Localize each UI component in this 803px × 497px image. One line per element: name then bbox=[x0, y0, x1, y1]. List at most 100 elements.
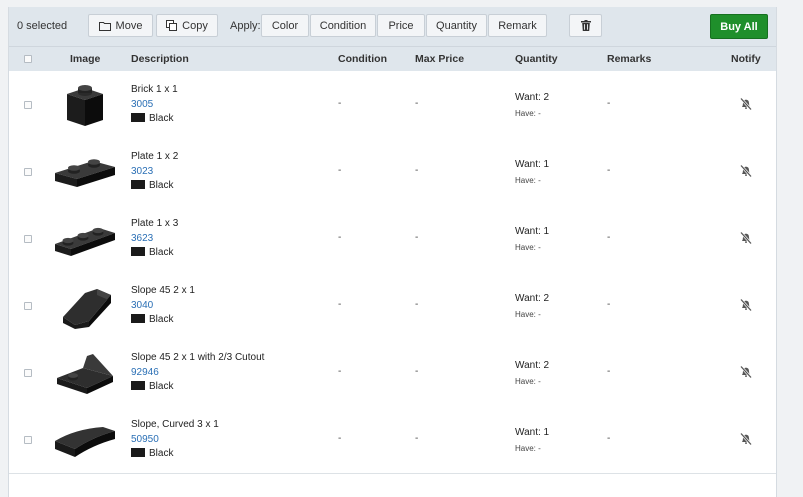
apply-price-button[interactable]: Price bbox=[377, 14, 425, 37]
quantity-have: Have: - bbox=[515, 109, 541, 118]
remarks-value[interactable]: - bbox=[607, 232, 610, 243]
condition-value[interactable]: - bbox=[338, 232, 341, 243]
row-checkbox[interactable] bbox=[24, 168, 32, 176]
part-image[interactable] bbox=[53, 415, 117, 463]
color-swatch bbox=[131, 247, 145, 256]
copy-button[interactable]: Copy bbox=[156, 14, 218, 37]
table-row: Slope, Curved 3 x 1 50950 Black - - Want… bbox=[9, 406, 776, 474]
quantity-have: Have: - bbox=[515, 176, 541, 185]
part-name: Plate 1 x 3 bbox=[131, 218, 179, 229]
table-row: Plate 1 x 3 3623 Black - - Want: 1 Have:… bbox=[9, 205, 776, 273]
quantity-have: Have: - bbox=[515, 444, 541, 453]
part-image[interactable] bbox=[53, 214, 117, 262]
delete-button[interactable] bbox=[569, 14, 602, 37]
part-image[interactable] bbox=[53, 147, 117, 195]
part-color: Black bbox=[149, 314, 174, 325]
part-id-link[interactable]: 3623 bbox=[131, 233, 153, 244]
column-header-remarks[interactable]: Remarks bbox=[607, 53, 651, 65]
part-color: Black bbox=[149, 247, 174, 258]
quantity-want[interactable]: Want: 2 bbox=[515, 293, 549, 304]
trash-icon bbox=[580, 20, 591, 31]
part-color: Black bbox=[149, 448, 174, 459]
part-color: Black bbox=[149, 381, 174, 392]
apply-quantity-button[interactable]: Quantity bbox=[426, 14, 487, 37]
part-name: Slope, Curved 3 x 1 bbox=[131, 419, 219, 430]
quantity-have: Have: - bbox=[515, 310, 541, 319]
part-image[interactable] bbox=[53, 80, 117, 128]
max-price-value[interactable]: - bbox=[415, 433, 418, 444]
apply-remark-button[interactable]: Remark bbox=[488, 14, 547, 37]
remarks-value[interactable]: - bbox=[607, 433, 610, 444]
row-checkbox[interactable] bbox=[24, 369, 32, 377]
condition-value[interactable]: - bbox=[338, 165, 341, 176]
folder-icon bbox=[98, 21, 111, 31]
color-swatch bbox=[131, 448, 145, 457]
quantity-want[interactable]: Want: 1 bbox=[515, 226, 549, 237]
table-row: Brick 1 x 1 3005 Black - - Want: 2 Have:… bbox=[9, 71, 776, 139]
copy-icon bbox=[166, 20, 178, 31]
part-color: Black bbox=[149, 180, 174, 191]
quantity-want[interactable]: Want: 1 bbox=[515, 427, 549, 438]
max-price-value[interactable]: - bbox=[415, 232, 418, 243]
move-button[interactable]: Move bbox=[88, 14, 153, 37]
quantity-want[interactable]: Want: 1 bbox=[515, 159, 549, 170]
part-id-link[interactable]: 92946 bbox=[131, 367, 159, 378]
condition-value[interactable]: - bbox=[338, 299, 341, 310]
quantity-have: Have: - bbox=[515, 377, 541, 386]
part-name: Plate 1 x 2 bbox=[131, 151, 179, 162]
color-swatch bbox=[131, 180, 145, 189]
part-image[interactable] bbox=[53, 348, 117, 396]
max-price-value[interactable]: - bbox=[415, 165, 418, 176]
toolbar: 0 selected Move Copy Apply: Color Condit… bbox=[9, 7, 776, 47]
bell-off-icon[interactable] bbox=[738, 297, 754, 313]
row-checkbox[interactable] bbox=[24, 235, 32, 243]
selected-count: 0 selected bbox=[17, 20, 68, 32]
row-checkbox[interactable] bbox=[24, 436, 32, 444]
apply-label: Apply: bbox=[230, 20, 261, 32]
copy-button-label: Copy bbox=[182, 19, 208, 32]
table-row: Plate 1 x 2 3023 Black - - Want: 1 Have:… bbox=[9, 138, 776, 206]
bell-off-icon[interactable] bbox=[738, 230, 754, 246]
part-name: Brick 1 x 1 bbox=[131, 84, 178, 95]
color-swatch bbox=[131, 381, 145, 390]
remarks-value[interactable]: - bbox=[607, 299, 610, 310]
buy-all-button[interactable]: Buy All bbox=[710, 14, 768, 39]
condition-value[interactable]: - bbox=[338, 433, 341, 444]
remarks-value[interactable]: - bbox=[607, 165, 610, 176]
part-name: Slope 45 2 x 1 bbox=[131, 285, 195, 296]
page-scrollbar[interactable] bbox=[789, 0, 803, 484]
quantity-have: Have: - bbox=[515, 243, 541, 252]
condition-value[interactable]: - bbox=[338, 366, 341, 377]
select-all-checkbox[interactable] bbox=[24, 55, 32, 63]
max-price-value[interactable]: - bbox=[415, 98, 418, 109]
bell-off-icon[interactable] bbox=[738, 364, 754, 380]
row-checkbox[interactable] bbox=[24, 302, 32, 310]
condition-value[interactable]: - bbox=[338, 98, 341, 109]
part-image[interactable] bbox=[53, 281, 117, 329]
remarks-value[interactable]: - bbox=[607, 366, 610, 377]
column-header-description[interactable]: Description bbox=[131, 53, 189, 65]
quantity-want[interactable]: Want: 2 bbox=[515, 360, 549, 371]
color-swatch bbox=[131, 113, 145, 122]
max-price-value[interactable]: - bbox=[415, 366, 418, 377]
bell-off-icon[interactable] bbox=[738, 96, 754, 112]
part-name: Slope 45 2 x 1 with 2/3 Cutout bbox=[131, 352, 265, 363]
quantity-want[interactable]: Want: 2 bbox=[515, 92, 549, 103]
apply-condition-button[interactable]: Condition bbox=[310, 14, 376, 37]
max-price-value[interactable]: - bbox=[415, 299, 418, 310]
bell-off-icon[interactable] bbox=[738, 163, 754, 179]
part-color: Black bbox=[149, 113, 174, 124]
part-id-link[interactable]: 3023 bbox=[131, 166, 153, 177]
row-checkbox[interactable] bbox=[24, 101, 32, 109]
bell-off-icon[interactable] bbox=[738, 431, 754, 447]
part-id-link[interactable]: 50950 bbox=[131, 434, 159, 445]
remarks-value[interactable]: - bbox=[607, 98, 610, 109]
apply-color-button[interactable]: Color bbox=[261, 14, 309, 37]
part-id-link[interactable]: 3005 bbox=[131, 99, 153, 110]
column-header-notify: Notify bbox=[731, 53, 761, 65]
column-header-quantity[interactable]: Quantity bbox=[515, 53, 558, 65]
part-id-link[interactable]: 3040 bbox=[131, 300, 153, 311]
table-header: Image Description Condition Max Price Qu… bbox=[9, 47, 776, 72]
column-header-condition[interactable]: Condition bbox=[338, 53, 387, 65]
column-header-max-price[interactable]: Max Price bbox=[415, 53, 464, 65]
